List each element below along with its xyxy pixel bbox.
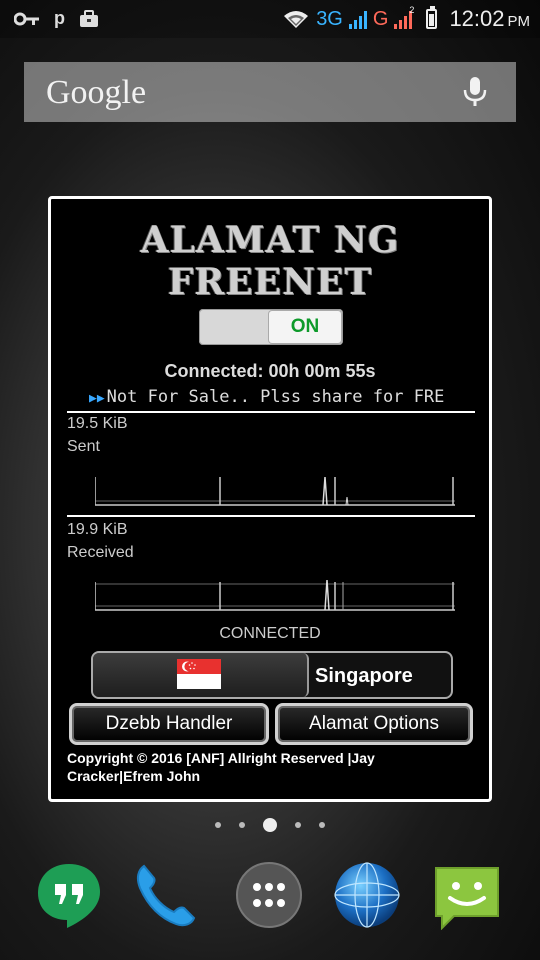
- toggle-on-label: ON: [269, 311, 341, 343]
- connection-toggle[interactable]: ON: [199, 309, 343, 345]
- page-dot[interactable]: [215, 822, 221, 828]
- sent-label: Sent: [67, 438, 100, 455]
- dzebb-handler-button[interactable]: Dzebb Handler: [69, 703, 269, 745]
- wifi-icon: [284, 11, 309, 28]
- connection-time: Connected: 00h 00m 55s: [164, 361, 376, 381]
- vpn-widget: ALAMAT NG FREENET ON Connected: 00h 00m …: [48, 196, 492, 802]
- app-drawer-icon[interactable]: [234, 860, 304, 930]
- messaging-icon[interactable]: [432, 860, 502, 930]
- page-indicator: [0, 818, 540, 832]
- google-search-bar[interactable]: Google: [24, 62, 516, 122]
- signal-icon: [348, 9, 367, 29]
- clock: 12:02 PM: [449, 6, 530, 31]
- status-bar: p 3G G 2 12:02 PM: [0, 0, 540, 38]
- page-dot[interactable]: [295, 822, 301, 828]
- server-flag-button[interactable]: [93, 653, 309, 697]
- fast-forward-icon: ▶▶: [89, 391, 105, 406]
- page-dot[interactable]: [319, 822, 325, 828]
- marquee-text: ▶▶ Not For Sale.. Plss share for FRE: [89, 387, 445, 407]
- app-title-logo: ALAMAT NG FREENET: [140, 219, 400, 303]
- sent-graph: [95, 476, 455, 506]
- browser-globe-icon[interactable]: [332, 860, 402, 930]
- key-icon: [14, 12, 39, 25]
- phone-icon[interactable]: [130, 860, 200, 930]
- briefcase-icon: [80, 9, 98, 27]
- received-graph: [95, 579, 455, 611]
- singapore-flag-icon: [177, 659, 221, 689]
- received-label: Received: [67, 544, 134, 561]
- server-name: Singapore: [315, 665, 413, 687]
- hangouts-icon[interactable]: [34, 860, 104, 930]
- network-3g-label: 3G: [316, 7, 343, 30]
- alamat-options-button[interactable]: Alamat Options: [275, 703, 473, 745]
- connection-status: CONNECTED: [219, 625, 321, 642]
- sent-value: 19.5 KiB: [67, 415, 128, 432]
- page-dot-active[interactable]: [263, 818, 277, 832]
- page-dot[interactable]: [239, 822, 245, 828]
- battery-icon: [426, 6, 438, 29]
- google-logo: Google: [46, 74, 147, 111]
- server-select[interactable]: Singapore: [91, 651, 453, 699]
- copyright-text: Copyright © 2016 [ANF] Allright Reserved…: [67, 750, 375, 784]
- sim2-badge: 2: [409, 5, 415, 15]
- mic-icon[interactable]: [462, 76, 488, 108]
- divider: [67, 515, 475, 517]
- p-icon: p: [54, 8, 65, 28]
- received-value: 19.9 KiB: [67, 521, 128, 538]
- network-g-label: G: [372, 7, 389, 30]
- signal-icon-sim2: 2: [394, 5, 414, 29]
- divider: [67, 411, 475, 413]
